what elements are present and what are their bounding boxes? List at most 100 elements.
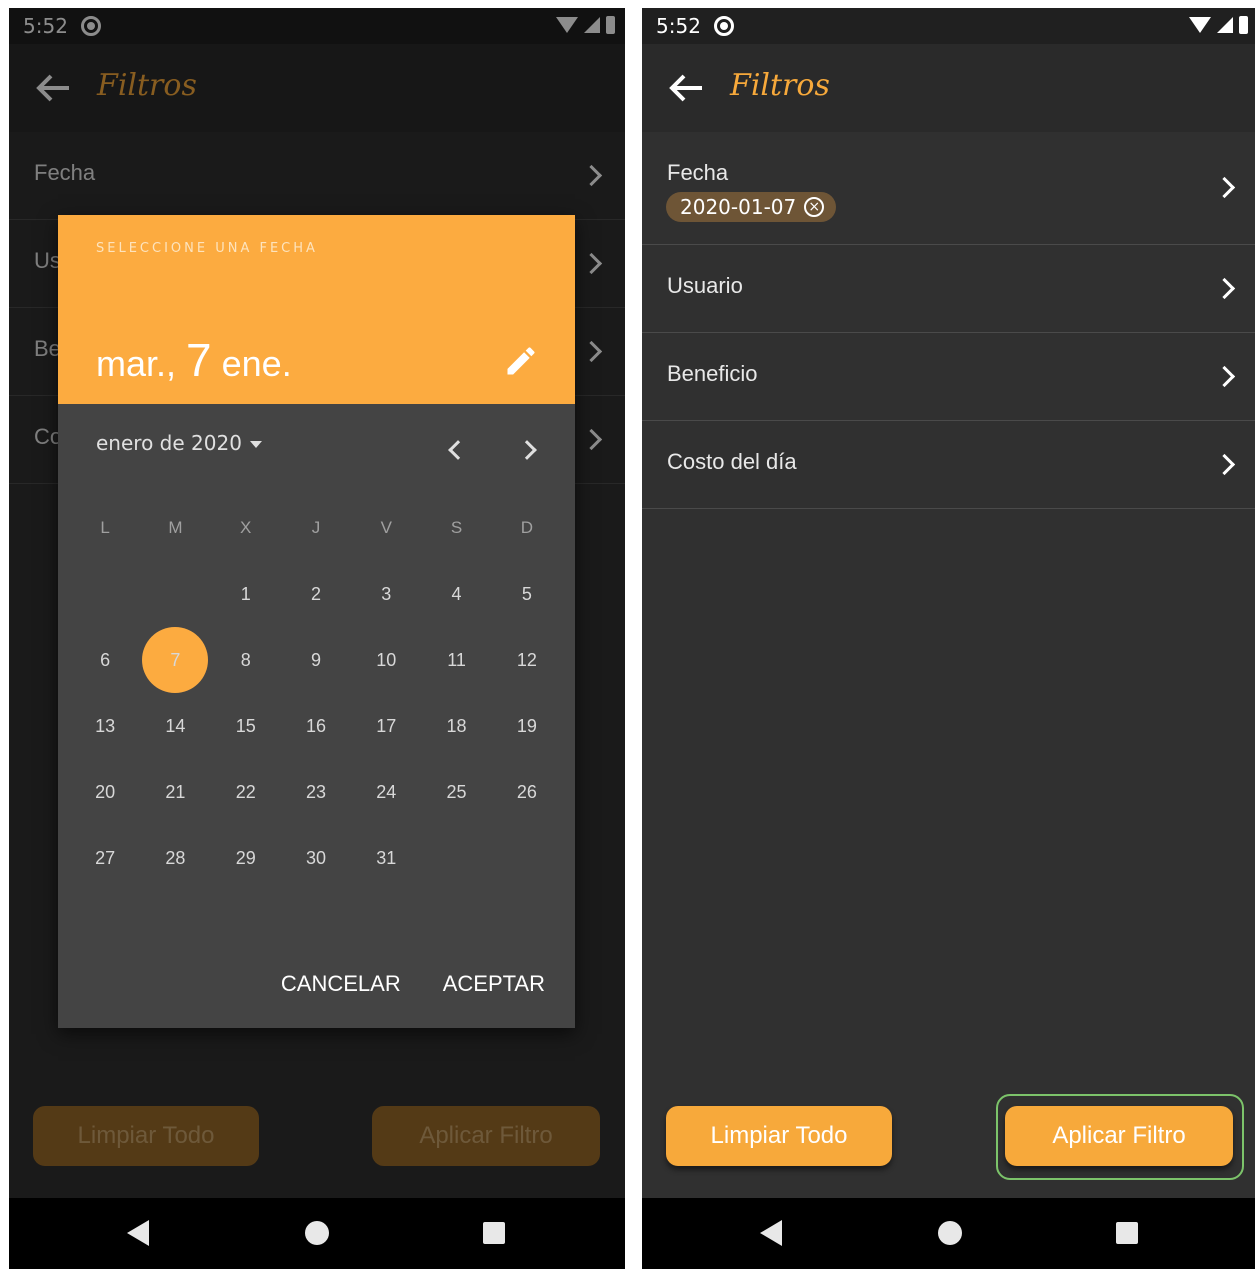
calendar-day[interactable]: 1: [211, 584, 281, 605]
filter-item-usuario[interactable]: Usuario: [642, 245, 1255, 333]
day-number: 19: [516, 715, 537, 736]
day-number: 18: [446, 715, 467, 736]
notification-icon: [714, 16, 734, 36]
signal-icon: [1217, 17, 1233, 33]
weekday-label: S: [450, 518, 463, 537]
day-number: 10: [376, 649, 397, 670]
filter-item-label: Fecha: [667, 160, 729, 185]
calendar-grid: L M X J V S D 1 2 3 4 5 6 7 8 9 10 11 12 13 14 15 16 17 18 19 20 21…: [70, 495, 562, 891]
day-number: 1: [240, 583, 251, 604]
chevron-right-icon: [1213, 365, 1236, 388]
calendar-day[interactable]: 17: [351, 716, 421, 737]
calendar-day[interactable]: 2: [281, 584, 351, 605]
nav-back-icon[interactable]: [127, 1220, 149, 1246]
calendar-day[interactable]: 6: [70, 650, 140, 671]
day-number: 26: [516, 781, 537, 802]
calendar-day[interactable]: 28: [140, 848, 210, 869]
month-year-selector[interactable]: enero de 2020: [96, 431, 262, 455]
edit-pencil-icon[interactable]: [503, 343, 539, 379]
calendar-day[interactable]: 25: [421, 782, 491, 803]
nav-recents-icon[interactable]: [1116, 1222, 1138, 1244]
close-circle-icon[interactable]: ×: [804, 197, 825, 217]
screen-filters: 5:52 Filtros Fecha 2020-01-07 × Usuario …: [642, 8, 1255, 1269]
calendar-day[interactable]: 22: [211, 782, 281, 803]
calendar-day[interactable]: 21: [140, 782, 210, 803]
calendar-day[interactable]: 14: [140, 716, 210, 737]
status-bar: 5:52: [642, 8, 1255, 44]
prev-month-icon[interactable]: [448, 440, 468, 460]
day-number: 11: [447, 649, 466, 670]
chevron-right-icon: [1213, 277, 1236, 300]
calendar-day[interactable]: 19: [492, 716, 562, 737]
day-number: 14: [165, 715, 186, 736]
filter-item-fecha[interactable]: Fecha 2020-01-07 ×: [642, 132, 1255, 245]
calendar-week: 1 2 3 4 5: [70, 561, 562, 627]
weekday-label: D: [520, 518, 533, 537]
chevron-right-icon: [1213, 453, 1236, 476]
calendar-day[interactable]: 13: [70, 716, 140, 737]
calendar-day[interactable]: 31: [351, 848, 421, 869]
calendar-week: 20 21 22 23 24 25 26: [70, 759, 562, 825]
next-month-icon[interactable]: [517, 440, 537, 460]
battery-icon: [1239, 16, 1248, 34]
calendar-day[interactable]: 29: [211, 848, 281, 869]
apply-filter-button[interactable]: Aplicar Filtro: [1005, 1106, 1233, 1166]
day-number: 25: [446, 781, 467, 802]
filter-item-costo[interactable]: Costo del día: [642, 421, 1255, 509]
day-number: 3: [381, 583, 392, 604]
calendar-day[interactable]: 8: [211, 650, 281, 671]
calendar-day[interactable]: 16: [281, 716, 351, 737]
selected-day: 7: [186, 334, 212, 386]
calendar-day[interactable]: 26: [492, 782, 562, 803]
day-number: 30: [305, 847, 326, 868]
calendar-day[interactable]: 5: [492, 584, 562, 605]
calendar-week: 13 14 15 16 17 18 19: [70, 693, 562, 759]
calendar-day[interactable]: 4: [421, 584, 491, 605]
calendar-day[interactable]: 15: [211, 716, 281, 737]
calendar-day[interactable]: 27: [70, 848, 140, 869]
calendar-day[interactable]: 10: [351, 650, 421, 671]
weekday-label: J: [311, 518, 321, 537]
day-number: 8: [240, 649, 251, 670]
day-number: 12: [516, 649, 537, 670]
calendar-day[interactable]: 18: [421, 716, 491, 737]
calendar-day[interactable]: 11: [421, 650, 491, 671]
page-title: Filtros: [730, 68, 830, 103]
nav-home-icon[interactable]: [938, 1221, 962, 1245]
calendar-day[interactable]: 3: [351, 584, 421, 605]
calendar-day[interactable]: 12: [492, 650, 562, 671]
nav-back-icon[interactable]: [760, 1220, 782, 1246]
day-number: 31: [376, 847, 397, 868]
filter-list: Fecha 2020-01-07 × Usuario Beneficio Cos…: [642, 132, 1255, 509]
app-bar: Filtros: [642, 44, 1255, 132]
calendar-week: 6 7 8 9 10 11 12: [70, 627, 562, 693]
nav-home-icon[interactable]: [305, 1221, 329, 1245]
filter-item-label: Usuario: [667, 273, 743, 298]
day-number: 23: [305, 781, 326, 802]
day-number: 28: [165, 847, 186, 868]
dropdown-arrow-icon: [249, 441, 262, 448]
calendar-week: 27 28 29 30 31: [70, 825, 562, 891]
navigation-bar: [642, 1198, 1255, 1269]
calendar-day[interactable]: 24: [351, 782, 421, 803]
calendar-day[interactable]: 23: [281, 782, 351, 803]
accept-button[interactable]: ACEPTAR: [443, 971, 545, 997]
weekday-label: X: [240, 518, 252, 537]
calendar-day[interactable]: 20: [70, 782, 140, 803]
weekday-label: L: [100, 518, 110, 537]
date-filter-chip[interactable]: 2020-01-07 ×: [666, 192, 837, 222]
clear-all-button[interactable]: Limpiar Todo: [666, 1106, 892, 1166]
day-number: 27: [95, 847, 116, 868]
filter-item-beneficio[interactable]: Beneficio: [642, 333, 1255, 421]
calendar-day[interactable]: 9: [281, 650, 351, 671]
chip-label: 2020-01-07: [680, 195, 797, 219]
calendar-day[interactable]: 30: [281, 848, 351, 869]
calendar-day-selected[interactable]: 7: [140, 627, 210, 693]
back-arrow-icon[interactable]: [666, 70, 706, 106]
nav-recents-icon[interactable]: [483, 1222, 505, 1244]
day-number: 24: [376, 781, 397, 802]
cancel-button[interactable]: CANCELAR: [281, 971, 401, 997]
selected-date-display: mar., 7 ene.: [96, 333, 292, 387]
day-number: 15: [235, 715, 256, 736]
selected-weekday: mar.,: [96, 343, 177, 384]
